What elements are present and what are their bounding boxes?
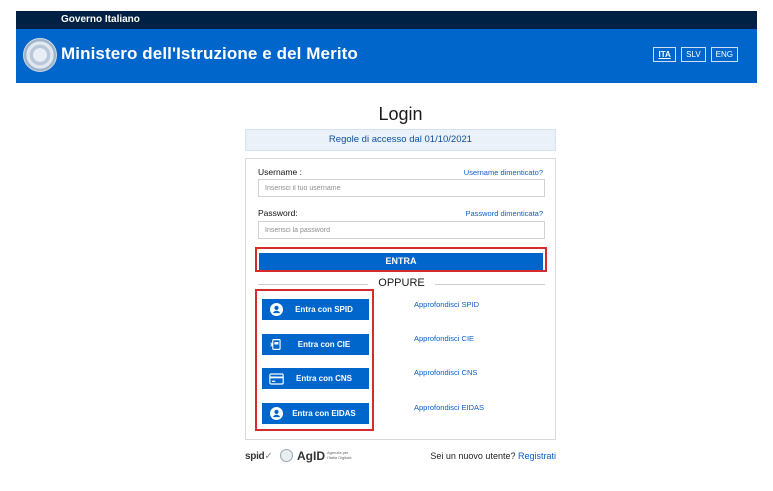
agid-subtitle: Agenzia per l'Italia Digitale: [327, 450, 352, 460]
entra-cns-label: Entra con CNS: [295, 374, 352, 383]
entra-cie-button[interactable]: Entra con CIE: [262, 334, 369, 355]
government-label[interactable]: Governo Italiano: [61, 14, 140, 25]
checkmark-icon: ✓: [264, 451, 273, 462]
register-prompt: Sei un nuovo utente? Registrati: [430, 451, 556, 461]
alt-login-highlight: Entra con SPID Entra con CIE Entra con C…: [255, 289, 374, 431]
register-link[interactable]: Registrati: [518, 451, 556, 461]
login-card: Username : Username dimenticato? Passwor…: [245, 158, 556, 440]
oppure-label: OPPURE: [378, 277, 425, 289]
lang-eng[interactable]: ENG: [710, 47, 738, 62]
register-prompt-text: Sei un nuovo utente?: [430, 451, 516, 461]
spid-logo: spid✓: [245, 451, 273, 462]
username-label: Username :: [258, 167, 302, 177]
entra-spid-button[interactable]: Entra con SPID: [262, 299, 369, 320]
language-switcher: ITA SLV ENG: [653, 47, 738, 62]
lang-ita[interactable]: ITA: [653, 47, 677, 62]
password-input[interactable]: [258, 221, 545, 239]
approfondisci-eidas-link[interactable]: Approfondisci EIDAS: [414, 403, 484, 412]
entra-eidas-label: Entra con EIDAS: [292, 409, 356, 418]
smart-card-icon: [265, 372, 287, 385]
user-circle-icon: [265, 303, 287, 316]
site-header: Ministero dell'Istruzione e del Merito I…: [16, 29, 757, 83]
entra-eidas-button[interactable]: Entra con EIDAS: [262, 403, 369, 424]
government-topbar: Governo Italiano: [16, 11, 757, 29]
agid-logo: AgID: [297, 449, 325, 463]
spid-logo-text: spid: [245, 451, 265, 462]
id-card-nfc-icon: [265, 338, 287, 351]
user-circle-icon: [265, 407, 287, 420]
entra-cie-label: Entra con CIE: [297, 340, 351, 349]
separator-line-right: [435, 284, 545, 285]
entra-highlight: ENTRA: [255, 247, 547, 272]
forgot-password-link[interactable]: Password dimenticata?: [465, 209, 543, 218]
page-title: Login: [378, 104, 423, 124]
site-title[interactable]: Ministero dell'Istruzione e del Merito: [61, 44, 358, 64]
login-footer: spid✓ AgID Agenzia per l'Italia Digitale…: [245, 449, 556, 465]
lang-slv[interactable]: SLV: [681, 47, 706, 62]
access-rules-link[interactable]: Regole di accesso dal 01/10/2021: [245, 129, 556, 151]
entra-spid-label: Entra con SPID: [295, 305, 353, 314]
republic-emblem-icon: [23, 38, 57, 72]
approfondisci-spid-link[interactable]: Approfondisci SPID: [414, 300, 479, 309]
entra-cns-button[interactable]: Entra con CNS: [262, 368, 369, 389]
approfondisci-cns-link[interactable]: Approfondisci CNS: [414, 368, 477, 377]
agid-emblem-icon: [280, 449, 293, 462]
username-input[interactable]: [258, 179, 545, 197]
approfondisci-cie-link[interactable]: Approfondisci CIE: [414, 334, 474, 343]
password-label: Password:: [258, 208, 298, 218]
entra-button[interactable]: ENTRA: [259, 252, 543, 270]
forgot-username-link[interactable]: Username dimenticato?: [464, 168, 543, 177]
